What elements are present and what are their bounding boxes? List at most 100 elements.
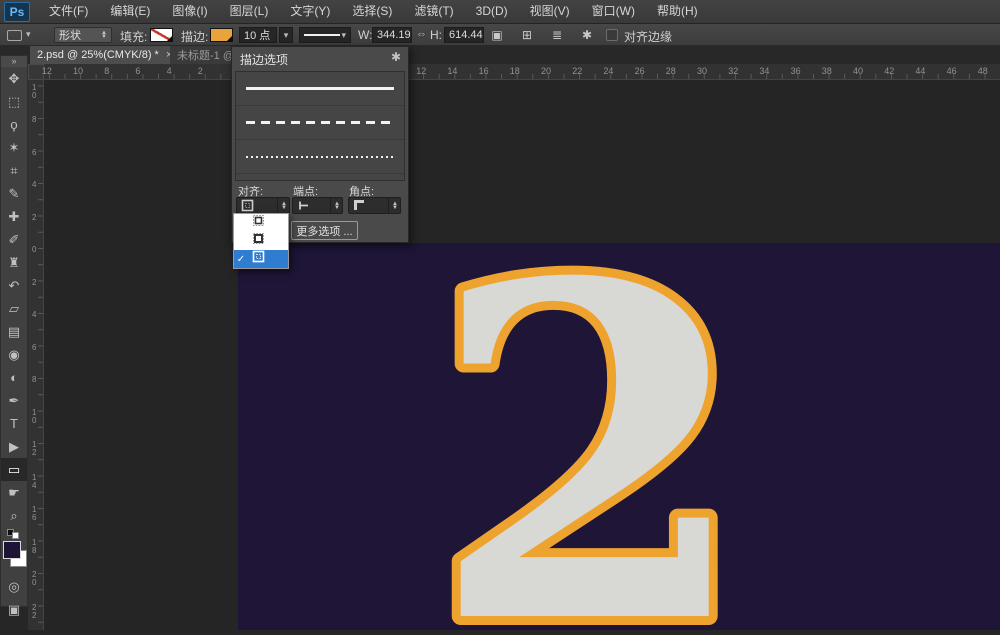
toolbar-collapse-button[interactable]: »: [1, 56, 27, 67]
gradient-tool[interactable]: ▤: [1, 320, 27, 343]
menu-item-9[interactable]: 窗口(W): [581, 0, 646, 23]
quick-mask-button[interactable]: ◎: [1, 575, 27, 598]
clone-stamp-tool[interactable]: ♜: [1, 251, 27, 274]
gear-icon[interactable]: ✱: [391, 50, 401, 64]
default-swap-colors-icon[interactable]: [7, 529, 21, 539]
ruler-label: 48: [977, 66, 988, 76]
marquee-tool[interactable]: ⬚: [1, 90, 27, 113]
tool-preset-dropdown-arrow[interactable]: ▾: [26, 29, 31, 40]
panel-title: 描边选项: [240, 53, 289, 67]
ruler-label: 4: [32, 180, 37, 189]
menu-item-8[interactable]: 视图(V): [519, 0, 581, 23]
ruler-label: 8: [104, 66, 110, 76]
link-dimensions-icon[interactable]: ⇔: [416, 28, 427, 40]
ruler-label: 40: [853, 66, 864, 76]
shape-width-input[interactable]: 344.19: [372, 27, 412, 43]
ruler-label: 22: [572, 66, 583, 76]
path-alignment-icon[interactable]: ⊞: [518, 27, 536, 43]
ruler-label: 2: [197, 66, 203, 76]
solid-stroke-style[interactable]: [236, 72, 404, 106]
stroke-style-select[interactable]: ▾: [299, 27, 351, 43]
align-outside-option[interactable]: ✓: [234, 250, 288, 268]
stroke-width-input[interactable]: 10 点: [239, 27, 277, 43]
width-label: W:: [358, 28, 373, 42]
menu-item-1[interactable]: 编辑(E): [99, 0, 161, 23]
rectangle-tool[interactable]: ▭: [1, 458, 27, 481]
horizontal-ruler[interactable]: 1210864224681012141618202224262830323436…: [42, 64, 1000, 80]
menu-item-2[interactable]: 图像(I): [161, 0, 218, 23]
stroke-sample-line: [246, 87, 394, 90]
menu-item-6[interactable]: 滤镜(T): [403, 0, 464, 23]
eraser-tool[interactable]: ▱: [1, 297, 27, 320]
eyedropper-tool[interactable]: ✎: [1, 182, 27, 205]
shape-height-input[interactable]: 614.44: [444, 27, 484, 43]
hand-tool[interactable]: ☛: [1, 481, 27, 504]
vertical-ruler[interactable]: 1 08642024681 01 21 41 61 82 02 22 4: [28, 80, 44, 630]
blur-tool[interactable]: ◉: [1, 343, 27, 366]
fill-color-swatch[interactable]: [150, 28, 173, 42]
number-2-artwork: 2: [421, 176, 759, 635]
dotted-stroke-style[interactable]: [236, 140, 404, 174]
stroke-color-swatch[interactable]: [210, 28, 233, 42]
history-brush-tool[interactable]: ↶: [1, 274, 27, 297]
align-edges-checkbox[interactable]: [606, 29, 618, 41]
align-dropdown-list: ✓: [233, 213, 289, 269]
ruler-label: 2 2: [32, 602, 37, 620]
menu-item-5[interactable]: 选择(S): [341, 0, 403, 23]
move-tool[interactable]: ✥: [1, 67, 27, 90]
path-arrangement-icon[interactable]: ≣: [548, 27, 566, 43]
tool-mode-select[interactable]: 形状 ▲ ▼: [54, 27, 112, 43]
ruler-label: 1 2: [32, 440, 37, 457]
align-inside-option[interactable]: [234, 214, 288, 232]
type-tool[interactable]: T: [1, 412, 27, 435]
photoshop-logo: Ps: [4, 1, 30, 22]
screen-mode-button[interactable]: ▣: [1, 598, 27, 621]
tool-mode-value: 形状: [59, 30, 81, 42]
dodge-tool[interactable]: ◐: [1, 366, 27, 389]
crop-tool[interactable]: ⌗: [1, 159, 27, 182]
ruler-label: 12: [416, 66, 427, 76]
pen-tool[interactable]: ✒: [1, 389, 27, 412]
path-selection-tool[interactable]: ▶: [1, 435, 27, 458]
ruler-label: 42: [884, 66, 895, 76]
foreground-color-swatch[interactable]: [3, 541, 21, 559]
path-operations-icon[interactable]: ▣: [488, 27, 506, 43]
brush-tool[interactable]: ✐: [1, 228, 27, 251]
quick-selection-tool[interactable]: ✶: [1, 136, 27, 159]
menu-item-4[interactable]: 文字(Y): [279, 0, 341, 23]
ruler-label: 1 6: [32, 505, 37, 522]
lasso-tool[interactable]: ϙ: [1, 113, 27, 136]
align-select[interactable]: ▲ ▼: [236, 197, 290, 214]
stroke-width-dropdown[interactable]: ▾: [279, 27, 293, 43]
ruler-label: 46: [946, 66, 957, 76]
ruler-label: 1 0: [32, 407, 37, 425]
stroke-sample-line: [246, 155, 394, 158]
caps-select[interactable]: ▲ ▼: [292, 197, 343, 214]
ruler-label: 2 0: [32, 570, 37, 587]
ruler-label: 10: [73, 66, 84, 76]
stroke-style-sample: [304, 34, 340, 36]
document-tab-0[interactable]: 2.psd @ 25%(CMYK/8) *×: [30, 46, 181, 64]
menu-item-0[interactable]: 文件(F): [38, 0, 99, 23]
align-center-option[interactable]: [234, 232, 288, 250]
document-canvas[interactable]: 2: [238, 176, 1000, 635]
ruler-label: 14: [447, 66, 458, 76]
menu-item-3[interactable]: 图层(L): [219, 0, 280, 23]
ruler-label: 8: [32, 375, 37, 384]
menu-item-7[interactable]: 3D(D): [465, 0, 519, 23]
zoom-tool[interactable]: ⌕: [1, 504, 27, 527]
more-options-button[interactable]: 更多选项 ...: [291, 221, 358, 240]
geometry-options-gear-icon[interactable]: ✱: [578, 27, 596, 43]
select-arrows-icon: ▲ ▼: [101, 30, 107, 40]
dashed-stroke-style[interactable]: [236, 106, 404, 140]
align-edges-label: 对齐边缘: [624, 30, 673, 44]
ruler-label: 36: [790, 66, 801, 76]
tool-preset-icon[interactable]: [7, 30, 22, 41]
healing-brush-tool[interactable]: ✚: [1, 205, 27, 228]
corners-select[interactable]: ▲ ▼: [348, 197, 401, 214]
stroke-sample-line: [246, 121, 394, 124]
select-arrows-icon: ▲ ▼: [388, 198, 398, 213]
ruler-label: 1 8: [32, 537, 37, 555]
stroke-outside-icon: [241, 199, 254, 212]
menu-item-10[interactable]: 帮助(H): [646, 0, 709, 23]
